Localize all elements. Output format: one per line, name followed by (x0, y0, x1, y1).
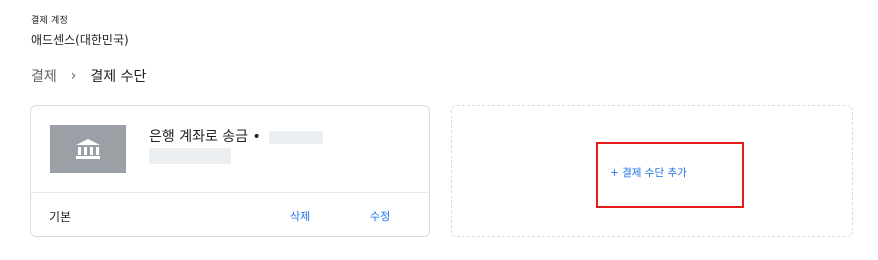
redacted-account-number (269, 130, 324, 144)
bank-icon (50, 125, 126, 173)
payment-method-card: 은행 계좌로 송금 • 기본 삭제 수정 (30, 105, 430, 237)
default-status-label: 기본 (49, 210, 72, 224)
breadcrumb-payments-link[interactable]: 결제 (31, 66, 57, 86)
delete-button[interactable]: 삭제 (290, 208, 310, 224)
chevron-right-icon: › (70, 68, 77, 84)
redacted-account-holder (149, 148, 231, 164)
breadcrumb: 결제 › 결제 수단 (31, 66, 146, 86)
account-name: 애드센스(대한민국) (31, 33, 129, 47)
payment-method-title: 은행 계좌로 송금 • (149, 126, 324, 146)
edit-button[interactable]: 수정 (370, 208, 390, 224)
card-divider (31, 192, 429, 193)
account-label: 결제 계정 (31, 16, 68, 26)
breadcrumb-current: 결제 수단 (90, 69, 147, 85)
account-info: 결제 계정 애드센스(대한민국) (31, 13, 129, 48)
add-payment-method-button[interactable]: + 결제 수단 추가 (610, 165, 687, 180)
payment-method-type: 은행 계좌로 송금 • (149, 129, 261, 145)
payment-method-details (149, 148, 231, 164)
